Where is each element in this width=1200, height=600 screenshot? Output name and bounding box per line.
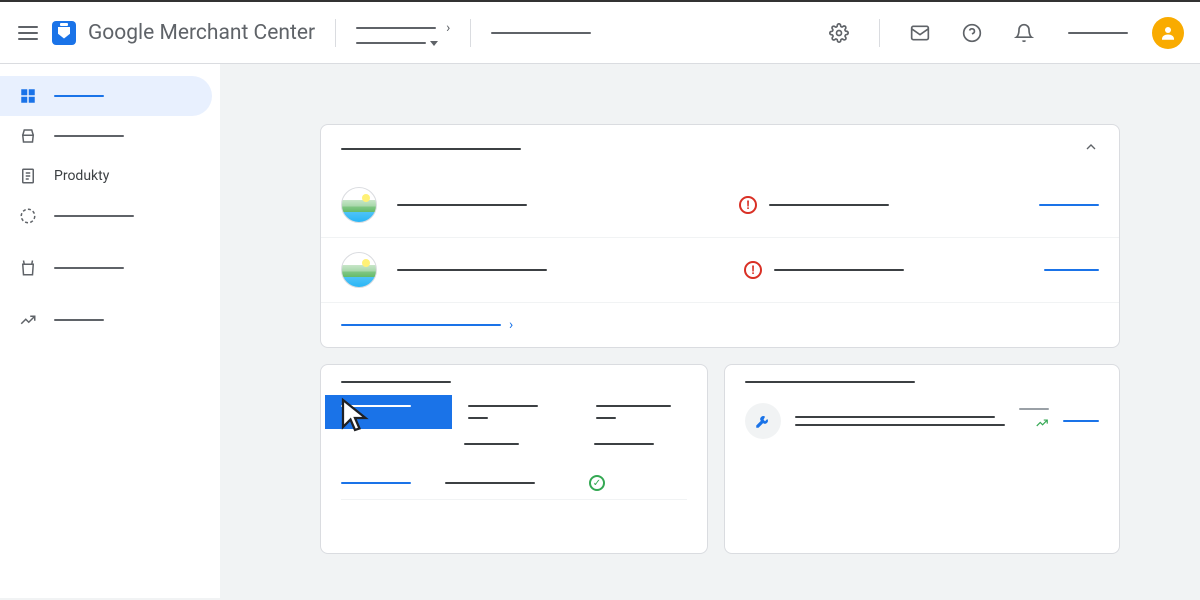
- merchant-center-logo-icon: [52, 21, 76, 45]
- sidebar-item-marketing[interactable]: [0, 248, 212, 288]
- sidebar-item-dashboard[interactable]: [0, 76, 212, 116]
- user-avatar-icon[interactable]: [1152, 17, 1184, 49]
- metric-tile[interactable]: [580, 395, 707, 429]
- product-thumbnail-icon: [341, 252, 377, 288]
- app-header: Google Merchant Center ›: [0, 0, 1200, 64]
- metrics-card: ✓: [320, 364, 708, 554]
- divider: [335, 19, 336, 47]
- circle-dashed-icon: [18, 206, 38, 226]
- check-circle-icon: ✓: [589, 475, 605, 491]
- dropdown-arrow-icon: [430, 41, 438, 46]
- main-content: ! ! ›: [220, 64, 1200, 598]
- metric-tile[interactable]: [452, 395, 579, 429]
- sidebar-item-growth[interactable]: [0, 300, 212, 340]
- wrench-icon: [745, 403, 781, 439]
- product-thumbnail-icon: [341, 187, 377, 223]
- sidebar-item-label: [54, 319, 104, 321]
- cursor-icon: [337, 397, 373, 433]
- metric-value: [596, 417, 616, 419]
- metric-value: [468, 417, 488, 419]
- card-title: [341, 148, 521, 150]
- card-title: [341, 381, 451, 383]
- collapse-icon[interactable]: [1083, 139, 1099, 159]
- view-all-link[interactable]: [341, 324, 501, 326]
- header-context: [491, 32, 591, 34]
- row-link[interactable]: [341, 482, 411, 484]
- document-icon: [18, 166, 38, 186]
- metric-label: [468, 405, 538, 407]
- issue-status: [769, 204, 889, 206]
- issues-card: ! ! ›: [320, 124, 1120, 348]
- app-title: Google Merchant Center: [88, 21, 315, 45]
- divider: [879, 19, 880, 47]
- alert-icon: !: [739, 196, 757, 214]
- metric-label: [596, 405, 671, 407]
- basket-icon: [18, 126, 38, 146]
- sidebar-item-label: [54, 215, 134, 217]
- sidebar-item-products[interactable]: Produkty: [0, 156, 212, 196]
- issue-name: [397, 204, 527, 206]
- issue-row[interactable]: !: [321, 173, 1119, 238]
- insight-row[interactable]: [725, 395, 1119, 447]
- insights-card: [724, 364, 1120, 554]
- mail-icon[interactable]: [908, 21, 932, 45]
- sidebar-item-label: Produkty: [54, 168, 109, 184]
- issue-name: [397, 269, 547, 271]
- trending-icon: [18, 310, 38, 330]
- insight-action-link[interactable]: [1063, 420, 1099, 422]
- sidebar-item-label: [54, 95, 104, 97]
- help-icon[interactable]: [960, 21, 984, 45]
- metric-sublabel: [464, 443, 519, 445]
- settings-icon[interactable]: [827, 21, 851, 45]
- sidebar-item-label: [54, 267, 124, 269]
- divider: [470, 19, 471, 47]
- notifications-icon[interactable]: [1012, 21, 1036, 45]
- trending-up-icon: [1035, 416, 1049, 434]
- issue-action-link[interactable]: [1044, 269, 1099, 271]
- issue-status: [774, 269, 904, 271]
- sidebar-item-shopping[interactable]: [0, 116, 212, 156]
- card-title: [745, 381, 915, 383]
- issue-row[interactable]: !: [321, 238, 1119, 303]
- account-selector[interactable]: ›: [356, 20, 450, 46]
- user-name: [1068, 32, 1128, 34]
- sidebar-item-performance[interactable]: [0, 196, 212, 236]
- dashboard-icon: [18, 86, 38, 106]
- metric-tile-active[interactable]: [325, 395, 452, 429]
- menu-toggle-icon[interactable]: [16, 21, 40, 45]
- insight-line: [795, 416, 995, 418]
- bag-icon: [18, 258, 38, 278]
- sidebar: Produkty: [0, 64, 220, 598]
- chevron-right-icon: ›: [446, 20, 450, 36]
- table-row[interactable]: ✓: [341, 467, 687, 499]
- row-cell: [445, 482, 535, 484]
- insight-line: [795, 424, 1005, 426]
- insight-meta: [1019, 408, 1049, 410]
- chevron-right-icon: ›: [509, 317, 513, 333]
- issue-action-link[interactable]: [1039, 204, 1099, 206]
- sidebar-item-label: [54, 135, 124, 137]
- metric-sublabel: [594, 443, 654, 445]
- alert-icon: !: [744, 261, 762, 279]
